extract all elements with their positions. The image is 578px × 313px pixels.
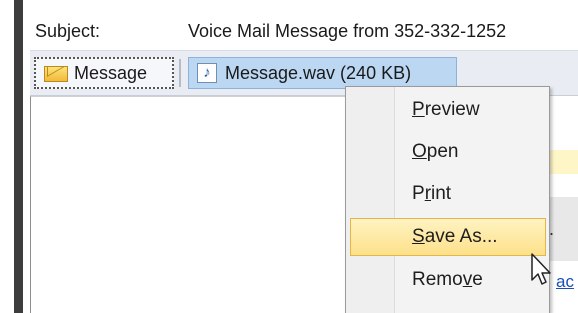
menu-item-remove[interactable]: Remove [350, 261, 546, 299]
attachment-message-wav[interactable]: ♪ Message.wav (240 KB) [188, 57, 457, 89]
preview-link-fragment[interactable]: ac [556, 272, 574, 292]
message-tab[interactable]: Message [34, 57, 174, 89]
mouse-pointer-icon [531, 253, 551, 285]
window-left-border [14, 0, 23, 313]
subject-label: Subject: [35, 21, 101, 41]
menu-item-print[interactable]: Print [350, 175, 546, 213]
envelope-icon [44, 66, 68, 82]
subject-value: Voice Mail Message from 352-332-1252 [188, 21, 507, 41]
message-tab-label: Message [74, 63, 148, 83]
tab-divider [179, 59, 181, 87]
menu-item-preview[interactable]: Preview [350, 91, 546, 129]
attachment-context-menu: Preview Open Print Save As... Remove [345, 86, 550, 313]
subject-row: Subject: Voice Mail Message from 352-332… [30, 14, 578, 48]
audio-file-icon: ♪ [197, 63, 217, 83]
message-body[interactable] [30, 96, 345, 313]
menu-item-save-as[interactable]: Save As... [350, 218, 546, 256]
attachment-label: Message.wav (240 KB) [225, 63, 412, 83]
menu-item-open[interactable]: Open [350, 133, 546, 171]
